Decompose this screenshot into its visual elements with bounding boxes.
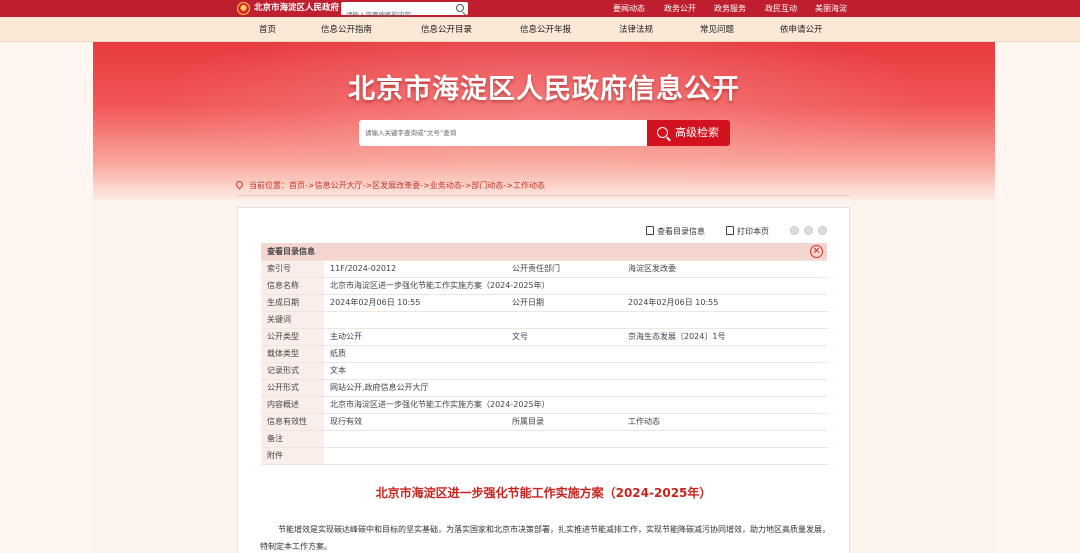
row-value-2: 京海生态发展〔2024〕1号 <box>622 328 827 346</box>
nav-item-home[interactable]: 首页 <box>259 23 276 35</box>
table-header-row: 查看目录信息 <box>261 243 827 261</box>
table-row: 记录形式 文本 <box>261 362 827 380</box>
row-label-2: 文号 <box>506 328 622 346</box>
banner-search <box>359 120 647 146</box>
row-value: 现行有效 <box>324 413 506 431</box>
breadcrumb-text[interactable]: 当前位置：首页->信息公开大厅->区发展改革委->业务动态->部门动态->工作动… <box>249 179 545 193</box>
site-name[interactable]: 北京市海淀区人民政府 <box>254 2 339 15</box>
nav-item-guide[interactable]: 信息公开指南 <box>321 23 372 35</box>
font-size-small-icon[interactable] <box>818 226 827 235</box>
view-catalog-button[interactable]: 查看目录信息 <box>646 226 705 237</box>
table-row: 索引号 11F/2024-02012 公开责任部门 海淀区发改委 <box>261 260 827 278</box>
row-label-2: 公开责任部门 <box>506 260 622 278</box>
top-link-gov-service[interactable]: 政务服务 <box>714 2 746 15</box>
row-value-2: 2024年02月06日 10:55 <box>622 294 827 312</box>
row-value: 11F/2024-02012 <box>324 260 506 278</box>
advanced-search-button[interactable]: 高级检索 <box>647 120 730 146</box>
article-body: 节能增效是实现碳达峰碳中和目标的坚实基础，为落实国家和北京市决策部署，扎实推进节… <box>260 525 830 551</box>
document-icon <box>646 226 654 235</box>
table-header: 查看目录信息 <box>261 243 827 261</box>
row-value <box>324 430 827 448</box>
top-link-interaction[interactable]: 政民互动 <box>765 2 797 15</box>
row-value <box>324 447 827 465</box>
row-label: 公开类型 <box>261 328 324 346</box>
banner: 北京市海淀区人民政府信息公开 高级检索 <box>93 42 995 202</box>
catalog-info-table: 查看目录信息 索引号 11F/2024-02012 公开责任部门 海淀区发改委 … <box>261 243 827 465</box>
font-size-medium-icon[interactable] <box>804 226 813 235</box>
page-title: 北京市海淀区人民政府信息公开 <box>348 74 740 105</box>
row-value <box>324 311 827 329</box>
row-value: 网站公开,政府信息公开大厅 <box>324 379 827 397</box>
article-title: 北京市海淀区进一步强化节能工作实施方案（2024-2025年） <box>375 486 712 500</box>
printer-icon <box>726 226 734 235</box>
font-size-large-icon[interactable] <box>790 226 799 235</box>
row-label: 备注 <box>261 430 324 448</box>
table-row: 载体类型 纸质 <box>261 345 827 363</box>
row-label: 公开形式 <box>261 379 324 397</box>
close-icon[interactable]: × <box>810 245 823 258</box>
top-bar: 北京市海淀区人民政府 要闻动态 政务公开 政务服务 政民互动 美丽海淀 <box>0 0 1080 22</box>
table-row: 备注 <box>261 430 827 448</box>
row-value: 主动公开 <box>324 328 506 346</box>
top-link-gov-affairs[interactable]: 政务公开 <box>664 2 696 15</box>
top-link-news[interactable]: 要闻动态 <box>613 2 645 15</box>
row-label-2: 所属目录 <box>506 413 622 431</box>
row-value: 2024年02月06日 10:55 <box>324 294 506 312</box>
table-row: 生成日期 2024年02月06日 10:55 公开日期 2024年02月06日 … <box>261 294 827 312</box>
table-row: 信息有效性 现行有效 所属目录 工作动态 <box>261 413 827 431</box>
banner-search-input[interactable] <box>359 120 639 146</box>
row-label: 生成日期 <box>261 294 324 312</box>
divider <box>236 195 850 196</box>
nav-item-catalog[interactable]: 信息公开目录 <box>421 23 472 35</box>
row-label: 内容概述 <box>261 396 324 414</box>
row-label: 信息有效性 <box>261 413 324 431</box>
table-row: 附件 <box>261 447 827 465</box>
row-label-2: 公开日期 <box>506 294 622 312</box>
row-label: 关键词 <box>261 311 324 329</box>
row-label: 记录形式 <box>261 362 324 380</box>
nav-item-annual-report[interactable]: 信息公开年报 <box>520 23 571 35</box>
top-search <box>341 2 468 22</box>
row-value: 北京市海淀区进一步强化节能工作实施方案（2024-2025年） <box>324 396 827 414</box>
table-row: 公开类型 主动公开 文号 京海生态发展〔2024〕1号 <box>261 328 827 346</box>
table-row: 关键词 <box>261 311 827 329</box>
left-margin <box>0 42 93 553</box>
row-label: 附件 <box>261 447 324 465</box>
row-label: 信息名称 <box>261 277 324 295</box>
row-value: 北京市海淀区进一步强化节能工作实施方案（2024-2025年） <box>324 277 827 295</box>
table-row: 内容概述 北京市海淀区进一步强化节能工作实施方案（2024-2025年） <box>261 396 827 414</box>
nav-item-faq[interactable]: 常见问题 <box>700 23 734 35</box>
nav-item-application[interactable]: 依申请公开 <box>780 23 823 35</box>
print-button[interactable]: 打印本页 <box>726 226 769 237</box>
main-nav: 首页 信息公开指南 信息公开目录 信息公开年报 法律法规 常见问题 依申请公开 <box>0 17 1080 42</box>
row-value-2: 工作动态 <box>622 413 827 431</box>
row-value: 文本 <box>324 362 827 380</box>
national-emblem-icon <box>237 2 250 15</box>
row-label: 载体类型 <box>261 345 324 363</box>
right-margin <box>995 42 1080 553</box>
nav-item-laws[interactable]: 法律法规 <box>619 23 653 35</box>
table-row: 信息名称 北京市海淀区进一步强化节能工作实施方案（2024-2025年） <box>261 277 827 295</box>
row-value-2: 海淀区发改委 <box>622 260 827 278</box>
table-row: 公开形式 网站公开,政府信息公开大厅 <box>261 379 827 397</box>
row-label: 索引号 <box>261 260 324 278</box>
row-value: 纸质 <box>324 345 827 363</box>
search-icon[interactable] <box>456 4 464 12</box>
top-link-beautiful-haidian[interactable]: 美丽海淀 <box>815 2 847 15</box>
advanced-search-label: 高级检索 <box>675 126 719 139</box>
search-icon <box>657 127 668 138</box>
